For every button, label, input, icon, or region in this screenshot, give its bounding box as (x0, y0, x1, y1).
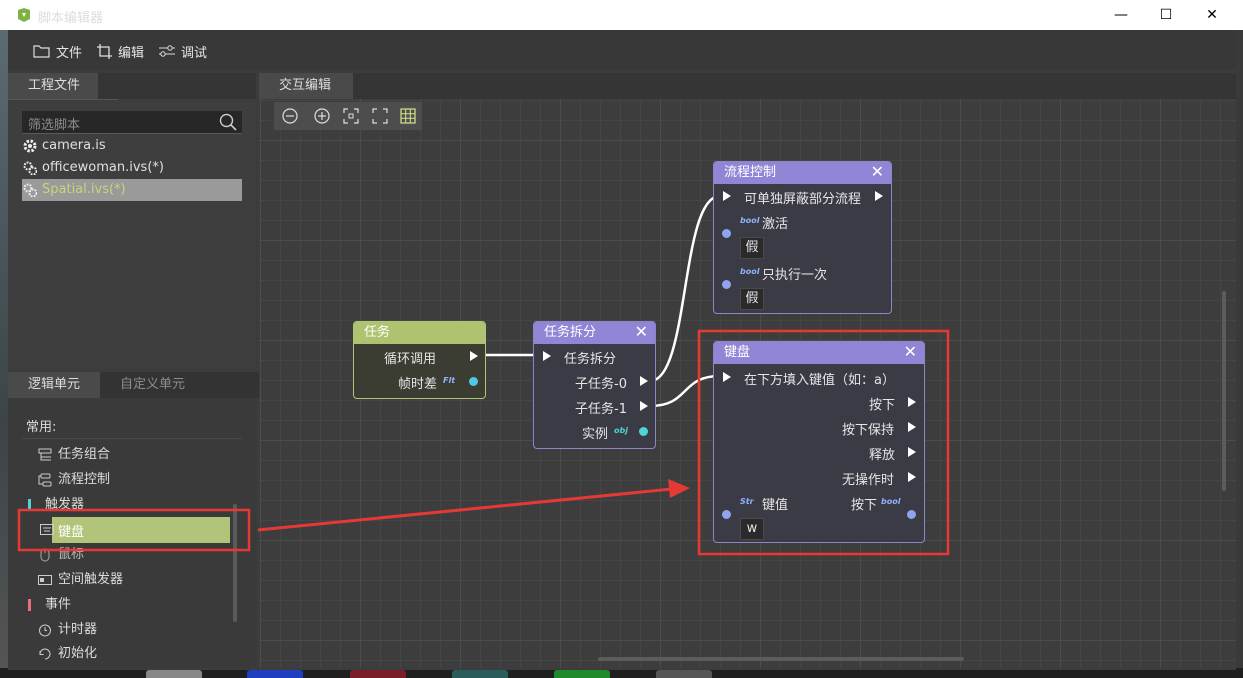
node-task[interactable]: 任务 循环调用 帧时差 Flt (353, 321, 486, 399)
type-tag-flt: Flt (443, 376, 456, 385)
port-label: 循环调用 (384, 352, 437, 367)
exec-in-port[interactable] (723, 372, 731, 382)
string-in-port[interactable] (722, 510, 731, 519)
key-value-field[interactable]: w (740, 518, 764, 540)
highlight-box-tree (17, 508, 251, 552)
exec-in-port[interactable] (723, 191, 731, 201)
port-label: 可单独屏蔽部分流程 (744, 192, 862, 207)
activate-value-field[interactable]: 假 (740, 237, 764, 259)
bool-in-port[interactable] (722, 280, 731, 289)
port-label: 帧时差 (398, 377, 438, 392)
type-tag-bool: bool (740, 267, 760, 276)
port-label: 子任务-1 (575, 402, 627, 417)
port-label: 释放 (869, 448, 896, 463)
port-label: 激活 (762, 217, 789, 232)
bool-in-port[interactable] (722, 229, 731, 238)
port-label: 按下 (869, 398, 896, 413)
once-value-field[interactable]: 假 (740, 288, 764, 310)
port-label: 任务拆分 (564, 352, 617, 367)
close-node-button[interactable]: ✕ (871, 161, 884, 183)
node-title-text: 流程控制 (724, 165, 777, 180)
annotation-arrow (257, 487, 673, 532)
type-tag-bool: bool (881, 497, 901, 506)
object-out-port[interactable] (639, 427, 648, 436)
node-task-split[interactable]: 任务拆分 ✕ 任务拆分 子任务-0 子任务-1 实例 obj (533, 321, 656, 449)
close-node-button[interactable]: ✕ (635, 321, 648, 343)
type-tag-obj: obj (614, 426, 628, 435)
exec-out-port[interactable] (908, 397, 916, 407)
node-title: 任务拆分 ✕ (534, 322, 655, 344)
port-label: 无操作时 (842, 473, 895, 488)
exec-out-port[interactable] (908, 422, 916, 432)
exec-out-port[interactable] (908, 472, 916, 482)
annotation-arrowhead (668, 479, 690, 498)
node-title: 流程控制 ✕ (714, 162, 891, 184)
port-label: 按下保持 (842, 423, 895, 438)
wire-sub1-to-keyboard (649, 374, 721, 408)
type-tag-bool: bool (740, 216, 760, 225)
node-title-text: 键盘 (724, 345, 751, 360)
exec-out-port[interactable] (875, 191, 883, 201)
node-title-text: 任务拆分 (544, 325, 597, 340)
exec-out-port[interactable] (640, 376, 648, 386)
exec-out-port[interactable] (470, 351, 478, 361)
port-label: 按下 (851, 498, 878, 513)
exec-out-port[interactable] (640, 401, 648, 411)
float-out-port[interactable] (469, 377, 478, 386)
node-title: 键盘 ✕ (714, 342, 924, 364)
port-label: 子任务-0 (575, 377, 627, 392)
exec-out-port[interactable] (908, 447, 916, 457)
node-title: 任务 (354, 322, 485, 344)
exec-in-port[interactable] (543, 351, 551, 361)
type-tag-str: Str (740, 497, 754, 506)
port-label: 实例 (582, 427, 609, 442)
port-label: 在下方填入键值（如：a） (744, 373, 895, 388)
node-keyboard[interactable]: 键盘 ✕ 在下方填入键值（如：a） 按下 按下保持 释放 无操作时 Str 键值 … (713, 341, 925, 543)
port-label: 只执行一次 (762, 268, 828, 283)
wire-sub0-to-flow (649, 194, 721, 383)
bool-out-port[interactable] (907, 510, 916, 519)
node-flow-control[interactable]: 流程控制 ✕ 可单独屏蔽部分流程 bool 激活 假 bool 只执行一次 假 (713, 161, 892, 314)
port-label: 键值 (762, 498, 789, 513)
close-node-button[interactable]: ✕ (904, 341, 917, 363)
